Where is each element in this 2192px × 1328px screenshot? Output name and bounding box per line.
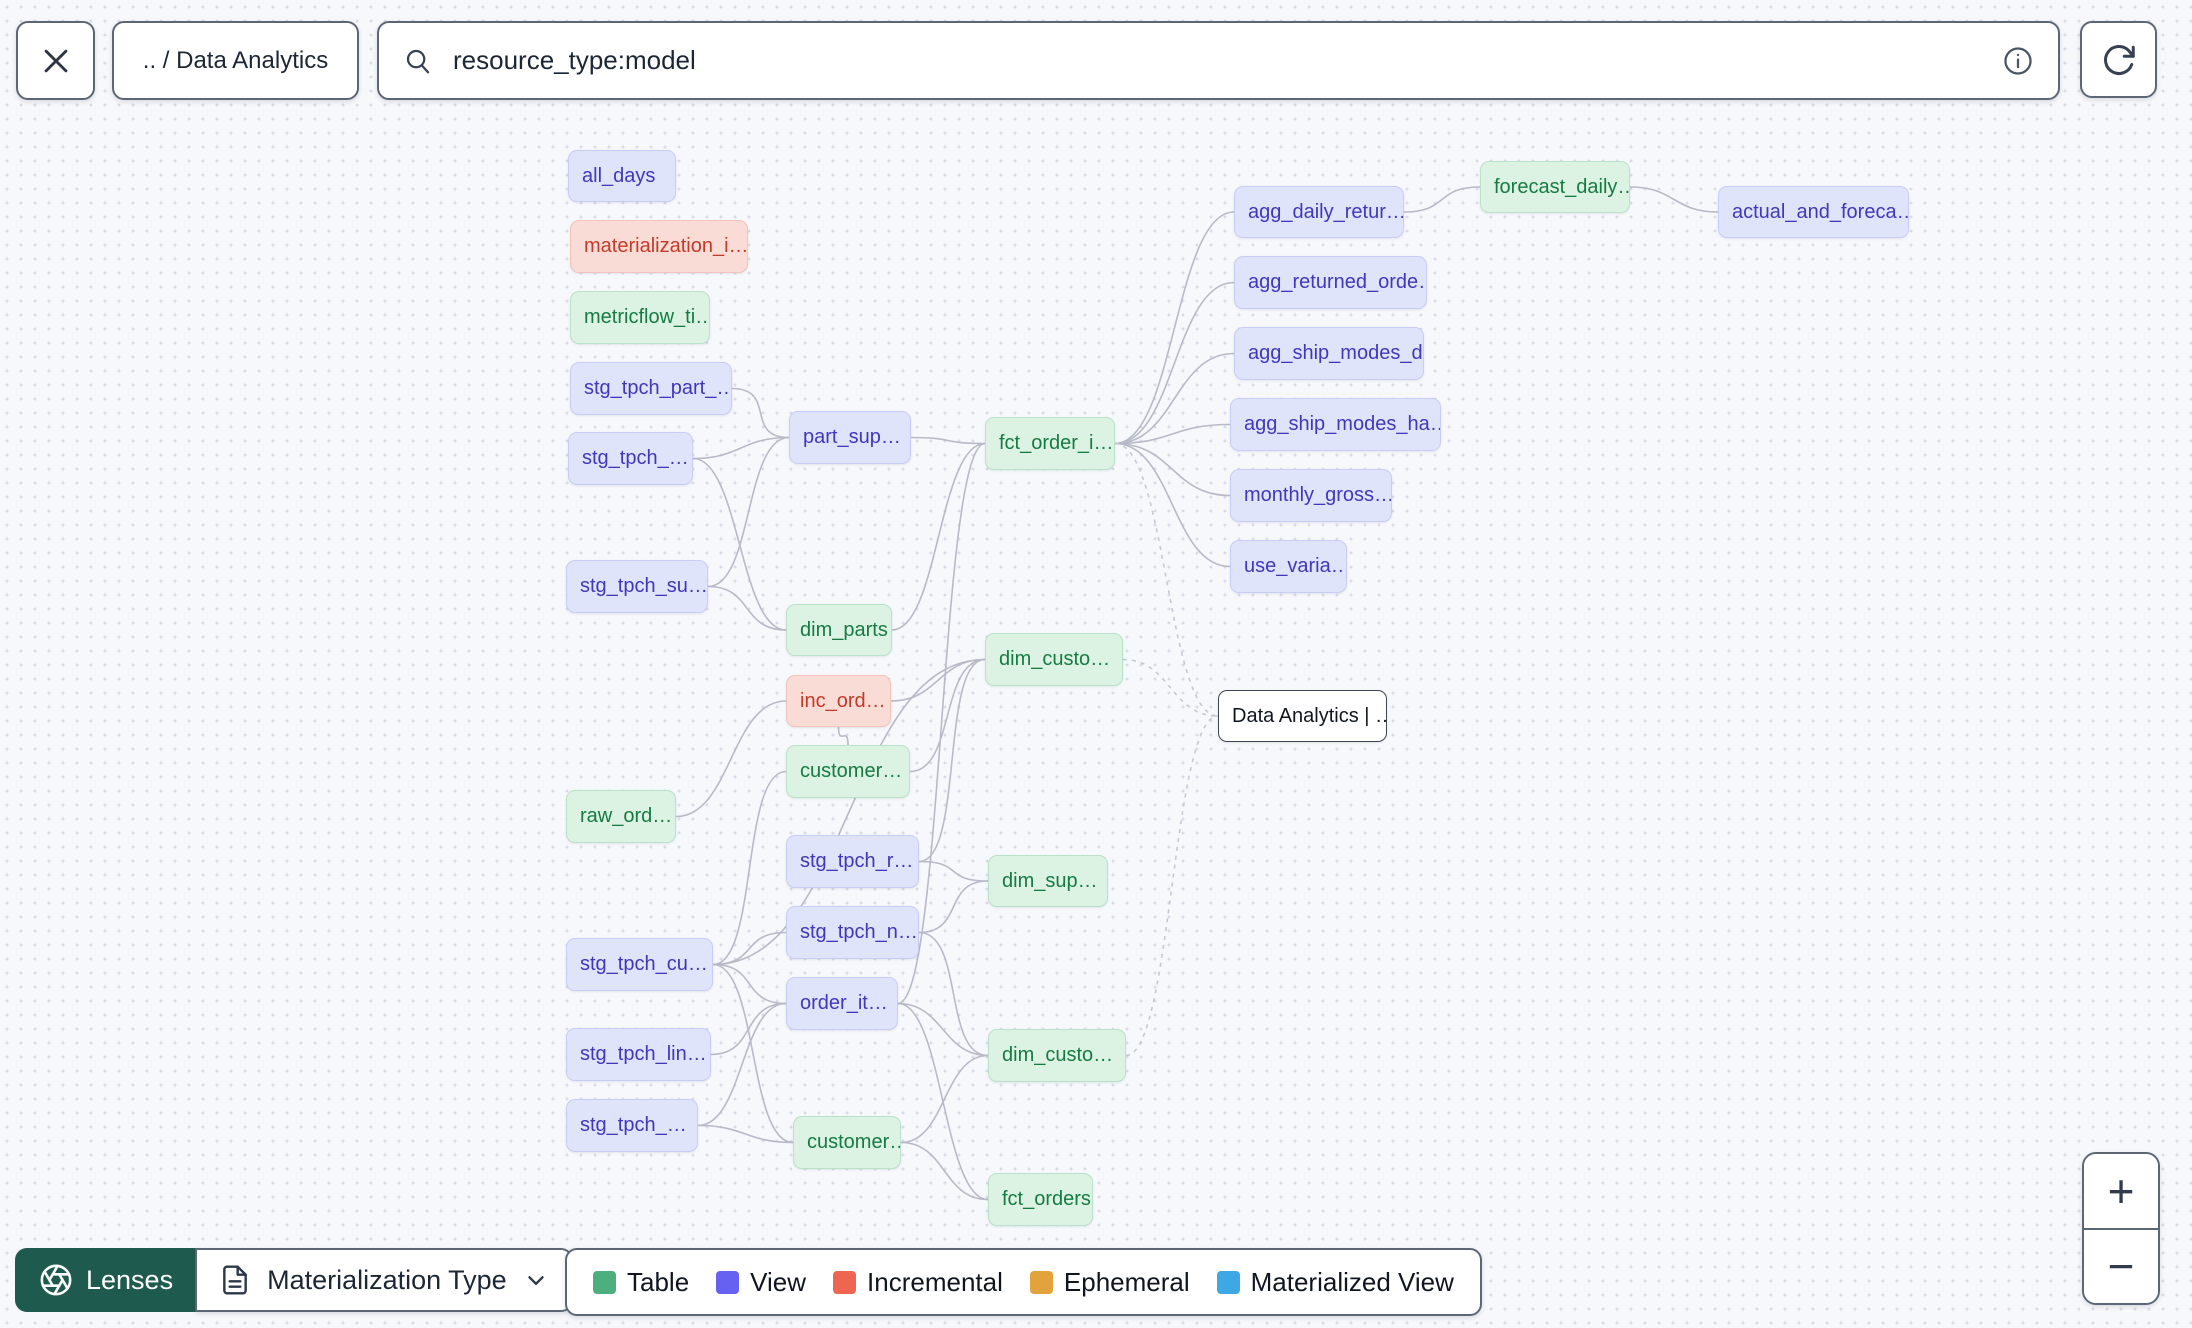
refresh-button[interactable] — [2080, 21, 2157, 98]
graph-node-order_it[interactable]: order_it… — [786, 977, 898, 1030]
lens-selected-label: Materialization Type — [267, 1264, 507, 1295]
breadcrumb[interactable]: .. / Data Analytics — [112, 21, 359, 100]
legend-item-table: Table — [593, 1267, 689, 1298]
legend-item-materialized-view: Materialized View — [1216, 1266, 1454, 1298]
lenses-label: Lenses — [86, 1264, 174, 1295]
graph-node-stg_tpch_n[interactable]: stg_tpch_n… — [786, 906, 919, 959]
document-icon — [219, 1264, 251, 1296]
graph-node-stg_tpch_lin[interactable]: stg_tpch_lin… — [566, 1028, 711, 1081]
graph-node-dim_custo_a[interactable]: dim_custo… — [985, 633, 1123, 686]
graph-node-stg_tpch_cu[interactable]: stg_tpch_cu… — [566, 938, 713, 991]
legend-swatch — [1029, 1270, 1053, 1294]
graph-node-stg_tpch_su[interactable]: stg_tpch_su… — [566, 560, 708, 613]
search-icon — [403, 46, 433, 76]
graph-node-inc_ord[interactable]: inc_ord… — [786, 675, 891, 727]
graph-node-agg_ship_modes_d[interactable]: agg_ship_modes_d… — [1234, 327, 1424, 380]
graph-node-forecast_daily[interactable]: forecast_daily… — [1480, 161, 1630, 213]
legend-label: View — [750, 1266, 807, 1297]
close-button[interactable] — [16, 21, 95, 100]
graph-node-dim_custo_b[interactable]: dim_custo… — [988, 1029, 1126, 1082]
graph-node-agg_returned_orde[interactable]: agg_returned_orde… — [1234, 256, 1427, 309]
legend-swatch — [1216, 1270, 1240, 1294]
refresh-icon — [2101, 42, 2137, 78]
legend-item-incremental: Incremental — [833, 1267, 1003, 1298]
graph-node-stg_tpch_a[interactable]: stg_tpch_… — [568, 432, 693, 485]
info-icon[interactable] — [2002, 45, 2034, 77]
lens-selector[interactable]: Materialization Type — [195, 1248, 573, 1312]
graph-node-raw_ord[interactable]: raw_ord… — [566, 790, 676, 843]
zoom-controls[interactable]: + − — [2082, 1152, 2160, 1305]
graph-node-dim_parts[interactable]: dim_parts — [786, 604, 892, 656]
graph-node-agg_ship_modes_ha[interactable]: agg_ship_modes_ha… — [1230, 398, 1441, 451]
aperture-icon — [39, 1263, 73, 1297]
graph-node-all_days[interactable]: all_days — [568, 150, 676, 202]
graph-node-materialization_i[interactable]: materialization_i… — [570, 220, 748, 273]
legend-label: Materialized View — [1250, 1266, 1454, 1297]
lineage-canvas[interactable]: all_days materialization_i… metricflow_ti…… — [0, 0, 2192, 1328]
materialization-legend: Table View Incremental Ephemeral Materialize… — [565, 1248, 1482, 1316]
graph-node-project_node[interactable]: Data Analytics | … — [1218, 690, 1387, 742]
legend-label: Incremental — [867, 1266, 1003, 1297]
graph-node-dim_sup[interactable]: dim_sup… — [988, 855, 1108, 907]
graph-node-fct_orders[interactable]: fct_orders — [988, 1173, 1093, 1226]
legend-item-ephemeral: Ephemeral — [1029, 1266, 1190, 1298]
graph-node-stg_tpch_r[interactable]: stg_tpch_r… — [786, 835, 919, 888]
legend-item-view: View — [716, 1267, 806, 1298]
chevron-down-icon — [523, 1267, 549, 1293]
legend-label: Table — [627, 1266, 690, 1297]
graph-node-agg_daily_retur[interactable]: agg_daily_retur… — [1234, 186, 1404, 238]
legend-label: Ephemeral — [1063, 1266, 1190, 1297]
graph-node-monthly_gross[interactable]: monthly_gross… — [1230, 469, 1392, 522]
graph-node-stg_tpch_b[interactable]: stg_tpch_… — [566, 1099, 698, 1152]
lenses-control[interactable]: Lenses Materialization Type — [15, 1248, 573, 1312]
graph-node-stg_tpch_part[interactable]: stg_tpch_part_… — [570, 362, 732, 415]
zoom-out-button[interactable]: − — [2084, 1227, 2158, 1303]
graph-node-fct_order_i[interactable]: fct_order_i… — [985, 417, 1115, 470]
graph-node-customer_b[interactable]: customer… — [793, 1116, 901, 1169]
graph-node-part_sup[interactable]: part_sup… — [789, 411, 911, 464]
legend-swatch — [833, 1270, 857, 1294]
legend-swatch — [593, 1270, 616, 1294]
lenses-button[interactable]: Lenses — [15, 1248, 198, 1312]
close-icon — [39, 44, 73, 78]
search-input[interactable] — [451, 44, 1984, 77]
graph-node-metricflow_ti[interactable]: metricflow_ti… — [570, 291, 710, 344]
breadcrumb-label: .. / Data Analytics — [142, 46, 329, 74]
graph-node-actual_and_foreca[interactable]: actual_and_foreca… — [1718, 186, 1909, 238]
graph-node-customer_a[interactable]: customer… — [786, 745, 910, 798]
zoom-in-button[interactable]: + — [2084, 1154, 2158, 1228]
search-bar[interactable] — [377, 21, 2060, 100]
graph-node-use_varia[interactable]: use_varia… — [1230, 540, 1347, 593]
legend-swatch — [716, 1270, 740, 1294]
